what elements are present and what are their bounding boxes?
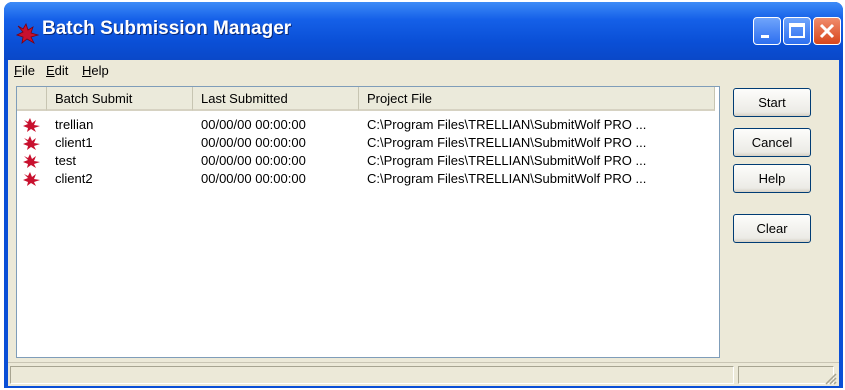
- last-submitted: 00/00/00 00:00:00: [201, 135, 306, 150]
- project-file: C:\Program Files\TRELLIAN\SubmitWolf PRO…: [367, 171, 647, 186]
- wolf-icon: [16, 23, 40, 44]
- resize-grip-icon[interactable]: [823, 371, 837, 385]
- help-button[interactable]: Help: [733, 164, 811, 193]
- status-panel-secondary: [738, 366, 834, 384]
- batch-name: client1: [55, 135, 93, 150]
- start-button[interactable]: Start: [733, 88, 811, 117]
- project-file: C:\Program Files\TRELLIAN\SubmitWolf PRO…: [367, 117, 647, 132]
- cancel-button[interactable]: Cancel: [733, 128, 811, 157]
- client-area: File Edit Help Batch Submit Last Submitt…: [8, 60, 839, 386]
- project-file: C:\Program Files\TRELLIAN\SubmitWolf PRO…: [367, 135, 647, 150]
- app-window: Batch Submission Manager File Edit Help …: [4, 2, 843, 388]
- column-header-icon[interactable]: [17, 87, 47, 111]
- batch-name: trellian: [55, 117, 94, 132]
- menu-file[interactable]: File: [14, 63, 35, 78]
- close-icon: [819, 23, 835, 39]
- last-submitted: 00/00/00 00:00:00: [201, 153, 306, 168]
- wolf-icon: [23, 118, 40, 132]
- project-file: C:\Program Files\TRELLIAN\SubmitWolf PRO…: [367, 153, 647, 168]
- wolf-icon: [23, 154, 40, 168]
- batch-name: test: [55, 153, 76, 168]
- menu-help[interactable]: Help: [82, 63, 109, 78]
- wolf-icon: [23, 136, 40, 150]
- last-submitted: 00/00/00 00:00:00: [201, 117, 306, 132]
- batch-name: client2: [55, 171, 93, 186]
- maximize-button[interactable]: [783, 17, 811, 45]
- clear-button[interactable]: Clear: [733, 214, 811, 243]
- title-bar[interactable]: Batch Submission Manager: [4, 2, 843, 60]
- table-row[interactable]: client1 00/00/00 00:00:00 C:\Program Fil…: [17, 134, 719, 152]
- minimize-icon: [761, 35, 769, 38]
- list-header: Batch Submit Last Submitted Project File: [17, 87, 719, 111]
- menu-bar: File Edit Help: [8, 60, 839, 82]
- wolf-icon: [23, 172, 40, 186]
- table-row[interactable]: test 00/00/00 00:00:00 C:\Program Files\…: [17, 152, 719, 170]
- minimize-button[interactable]: [753, 17, 781, 45]
- maximize-icon: [789, 23, 805, 38]
- window-title: Batch Submission Manager: [42, 18, 292, 39]
- table-row[interactable]: trellian 00/00/00 00:00:00 C:\Program Fi…: [17, 116, 719, 134]
- batch-list[interactable]: Batch Submit Last Submitted Project File…: [16, 86, 720, 358]
- column-header-project-file[interactable]: Project File: [359, 87, 715, 111]
- close-button[interactable]: [813, 17, 841, 45]
- table-row[interactable]: client2 00/00/00 00:00:00 C:\Program Fil…: [17, 170, 719, 188]
- menu-edit[interactable]: Edit: [46, 63, 68, 78]
- column-header-batch-submit[interactable]: Batch Submit: [47, 87, 193, 111]
- last-submitted: 00/00/00 00:00:00: [201, 171, 306, 186]
- column-header-last-submitted[interactable]: Last Submitted: [193, 87, 359, 111]
- status-bar: [8, 362, 839, 387]
- status-panel-main: [10, 366, 734, 384]
